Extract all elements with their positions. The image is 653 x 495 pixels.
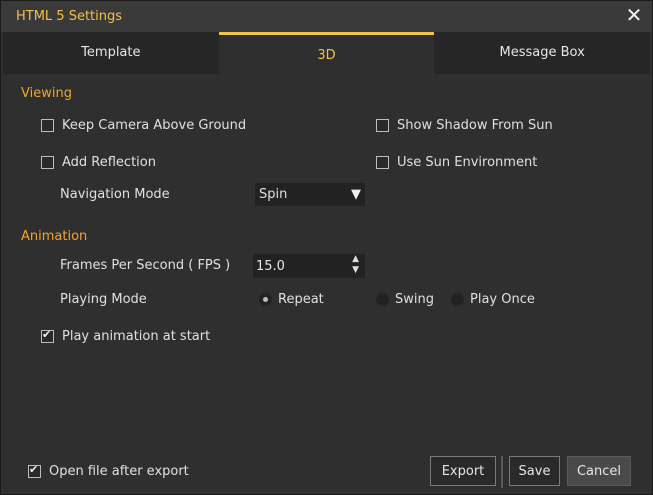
checkbox-box[interactable] [41, 119, 54, 132]
settings-window: HTML 5 Settings ✕ Template 3D Message Bo… [0, 0, 653, 495]
radio-play-once-label: Play Once [470, 292, 535, 307]
window-title: HTML 5 Settings [16, 9, 123, 24]
show-shadow-checkbox[interactable]: Show Shadow From Sun [376, 118, 553, 133]
animation-heading: Animation [21, 229, 88, 244]
close-icon[interactable]: ✕ [624, 5, 644, 25]
navigation-mode-label: Navigation Mode [60, 187, 170, 202]
show-shadow-label: Show Shadow From Sun [397, 118, 553, 133]
stepper-arrows-icon[interactable]: ▲ ▼ [352, 254, 359, 276]
radio-dot-icon[interactable] [259, 293, 272, 306]
tab-template[interactable]: Template [3, 32, 219, 74]
chevron-down-icon[interactable]: ▼ [347, 187, 365, 202]
cancel-button[interactable]: Cancel [567, 456, 631, 486]
export-button[interactable]: Export [430, 456, 496, 486]
save-button[interactable]: Save [509, 456, 560, 486]
play-at-start-checkbox[interactable]: Play animation at start [41, 328, 211, 344]
radio-dot-icon[interactable] [376, 293, 389, 306]
play-at-start-label: Play animation at start [62, 329, 211, 344]
radio-repeat[interactable]: Repeat [259, 292, 324, 307]
keep-camera-label: Keep Camera Above Ground [62, 118, 247, 133]
playing-mode-label: Playing Mode [60, 292, 147, 307]
add-reflection-checkbox[interactable]: Add Reflection [41, 155, 156, 170]
viewing-heading: Viewing [21, 86, 72, 101]
checkbox-box[interactable] [41, 328, 54, 343]
add-reflection-label: Add Reflection [62, 155, 156, 170]
fps-input[interactable] [253, 257, 338, 275]
sun-environment-checkbox[interactable]: Use Sun Environment [376, 155, 537, 170]
tab-message-box[interactable]: Message Box [434, 32, 651, 74]
navigation-mode-select[interactable]: Spin ▼ [255, 183, 365, 206]
radio-dot-icon[interactable] [451, 293, 464, 306]
open-file-after-export-checkbox[interactable]: Open file after export [28, 463, 189, 479]
checkbox-box[interactable] [376, 156, 389, 169]
sun-environment-label: Use Sun Environment [397, 155, 538, 170]
radio-repeat-label: Repeat [278, 292, 324, 307]
open-file-label: Open file after export [49, 464, 189, 479]
checkbox-box[interactable] [28, 463, 41, 478]
title-bar: HTML 5 Settings ✕ [1, 1, 652, 32]
tab-3d[interactable]: 3D [218, 32, 435, 74]
radio-swing[interactable]: Swing [376, 292, 434, 307]
navigation-mode-value: Spin [259, 187, 288, 202]
fps-label: Frames Per Second ( FPS ) [60, 258, 231, 273]
radio-swing-label: Swing [395, 292, 434, 307]
checkbox-box[interactable] [376, 119, 389, 132]
fps-stepper[interactable]: ▲▼ [253, 254, 365, 278]
radio-play-once[interactable]: Play Once [451, 292, 535, 307]
checkbox-box[interactable] [41, 156, 54, 169]
tab-bar: Template 3D Message Box [3, 32, 651, 74]
footer-divider [501, 456, 503, 488]
keep-camera-checkbox[interactable]: Keep Camera Above Ground [41, 118, 246, 133]
